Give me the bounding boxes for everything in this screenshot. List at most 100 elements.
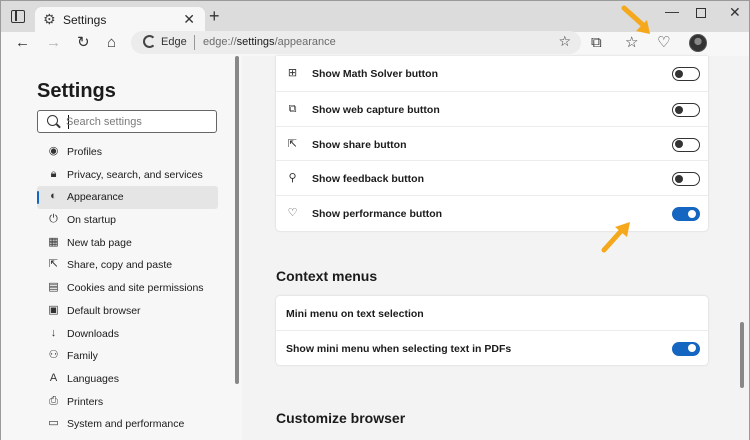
settings-content: ⊞ Show Math Solver button ⧉ Show web cap… bbox=[242, 56, 750, 440]
edge-logo-icon bbox=[143, 35, 156, 48]
add-favorite-icon[interactable]: ☆ bbox=[558, 33, 571, 50]
browser-icon: ▣ bbox=[48, 303, 59, 316]
window-close-button[interactable]: ✕ bbox=[729, 4, 741, 21]
web-capture-toggle[interactable] bbox=[672, 103, 700, 117]
setting-label: Mini menu on text selection bbox=[286, 308, 424, 320]
new-tab-button[interactable]: + bbox=[209, 7, 220, 25]
profile-avatar[interactable] bbox=[689, 34, 707, 52]
palette-icon: ◐ bbox=[50, 190, 57, 203]
sidebar-item-cookies[interactable]: ▤ Cookies and site permissions bbox=[37, 277, 218, 300]
power-icon: ⏻ bbox=[49, 213, 58, 226]
settings-sidebar: Settings ◉ Profiles 🔒︎ Privacy, search, … bbox=[0, 56, 242, 440]
sidebar-item-label: System and performance bbox=[67, 418, 185, 431]
languages-icon: A bbox=[49, 371, 58, 384]
url-text[interactable]: edge://settings/appearance bbox=[203, 36, 336, 48]
sidebar-item-printers[interactable]: ⎙ Printers bbox=[37, 391, 218, 414]
setting-row-performance: ♡ Show performance button bbox=[276, 196, 708, 231]
edge-label: Edge bbox=[161, 36, 187, 48]
sidebar-item-default-browser[interactable]: ▣ Default browser bbox=[37, 300, 218, 323]
sidebar-item-label: On startup bbox=[67, 214, 117, 227]
sidebar-item-share-copy-paste[interactable]: ⇱ Share, copy and paste bbox=[37, 254, 218, 277]
setting-label: Show performance button bbox=[312, 208, 443, 221]
sidebar-item-label: Default browser bbox=[67, 304, 141, 317]
home-icon[interactable]: ⌂ bbox=[107, 34, 116, 52]
feedback-toggle[interactable] bbox=[672, 172, 700, 187]
share-toggle[interactable] bbox=[672, 137, 700, 152]
sidebar-item-privacy[interactable]: 🔒︎ Privacy, search, and services bbox=[37, 164, 218, 187]
sidebar-item-downloads[interactable]: ↓ Downloads bbox=[37, 323, 218, 346]
lock-icon: 🔒︎ bbox=[50, 167, 57, 180]
annotation-arrow-top bbox=[621, 5, 650, 34]
share-icon: ⇱ bbox=[48, 258, 59, 271]
sidebar-item-label: Share, copy and paste bbox=[67, 259, 173, 272]
sidebar-item-appearance[interactable]: ◐ Appearance bbox=[37, 186, 218, 210]
math-solver-toggle[interactable] bbox=[672, 67, 700, 81]
sidebar-title: Settings bbox=[37, 80, 116, 102]
setting-row-feedback: ⚲ Show feedback button bbox=[276, 161, 708, 197]
search-input[interactable] bbox=[66, 114, 212, 130]
mini-menu-pdf-toggle[interactable] bbox=[672, 341, 700, 356]
settings-nav: ◉ Profiles 🔒︎ Privacy, search, and servi… bbox=[37, 141, 218, 436]
performance-toggle[interactable] bbox=[672, 207, 700, 222]
sidebar-item-label: Languages bbox=[67, 372, 119, 385]
sidebar-item-label: Profiles bbox=[67, 146, 103, 158]
setting-label: Show mini menu when selecting text in PD… bbox=[286, 342, 512, 355]
sidebar-item-label: Printers bbox=[67, 395, 104, 408]
setting-label: Show Math Solver button bbox=[312, 68, 438, 80]
share-icon: ⇱ bbox=[287, 137, 298, 150]
sidebar-item-new-tab-page[interactable]: ▦ New tab page bbox=[37, 232, 218, 255]
back-arrow-icon[interactable]: ← bbox=[15, 34, 30, 52]
forward-arrow-icon[interactable]: → bbox=[46, 34, 61, 52]
address-divider bbox=[194, 35, 195, 50]
sidebar-item-label: Cookies and site permissions bbox=[67, 282, 204, 295]
setting-label: Show feedback button bbox=[312, 173, 425, 186]
maximize-button[interactable] bbox=[696, 8, 706, 18]
search-settings-field[interactable] bbox=[37, 110, 217, 133]
sidebar-item-label: Privacy, search, and services bbox=[67, 168, 203, 181]
tab-title: Settings bbox=[63, 13, 107, 27]
sidebar-item-family[interactable]: ⚇ Family bbox=[37, 345, 218, 368]
content-scrollbar[interactable] bbox=[740, 322, 744, 388]
sidebar-item-on-startup[interactable]: ⏻ On startup bbox=[37, 209, 218, 232]
performance-icon[interactable]: ♡ bbox=[657, 34, 670, 52]
math-solver-icon: ⊞ bbox=[287, 67, 298, 79]
printer-icon: ⎙ bbox=[49, 394, 58, 407]
profile-icon: ◉ bbox=[48, 145, 59, 157]
performance-icon: ♡ bbox=[287, 207, 298, 220]
sidebar-item-profiles[interactable]: ◉ Profiles bbox=[37, 141, 218, 164]
sidebar-item-system[interactable]: ▭ System and performance bbox=[37, 413, 218, 436]
search-icon bbox=[47, 115, 58, 126]
gear-icon: ⚙ bbox=[43, 11, 56, 27]
sidebar-item-label: Family bbox=[67, 350, 98, 363]
new-tab-page-icon: ▦ bbox=[48, 235, 59, 248]
system-icon: ▭ bbox=[48, 417, 59, 430]
sidebar-item-languages[interactable]: A Languages bbox=[37, 368, 218, 391]
setting-row-mini-menu[interactable]: Mini menu on text selection bbox=[276, 296, 708, 331]
extensions-icon[interactable]: ⧉ bbox=[591, 34, 602, 52]
sidebar-item-label: Downloads bbox=[67, 327, 119, 340]
setting-row-math-solver: ⊞ Show Math Solver button bbox=[276, 56, 708, 92]
sidebar-item-label: New tab page bbox=[67, 236, 132, 249]
tab-settings[interactable]: ⚙ Settings ✕ bbox=[35, 7, 205, 33]
customize-browser-heading: Customize browser bbox=[276, 410, 406, 426]
toolbar-buttons-card: ⊞ Show Math Solver button ⧉ Show web cap… bbox=[276, 56, 708, 231]
minimize-button[interactable]: — bbox=[665, 3, 679, 19]
annotation-arrow-bottom bbox=[601, 222, 630, 253]
tab-actions-icon[interactable] bbox=[11, 10, 25, 23]
feedback-icon: ⚲ bbox=[288, 172, 297, 185]
setting-row-web-capture: ⧉ Show web capture button bbox=[276, 92, 708, 127]
web-capture-icon: ⧉ bbox=[288, 103, 297, 115]
sidebar-item-label: Appearance bbox=[67, 191, 124, 204]
context-menus-heading: Context menus bbox=[276, 268, 378, 284]
setting-row-share: ⇱ Show share button bbox=[276, 127, 708, 162]
setting-label: Show share button bbox=[312, 138, 407, 151]
family-icon: ⚇ bbox=[48, 349, 59, 362]
setting-label: Show web capture button bbox=[312, 104, 440, 116]
address-bar[interactable]: Edge edge://settings/appearance ☆ bbox=[131, 31, 581, 54]
context-menus-card: Mini menu on text selection Show mini me… bbox=[276, 296, 708, 366]
refresh-icon[interactable]: ↻ bbox=[77, 34, 90, 52]
sidebar-scrollbar[interactable] bbox=[235, 56, 239, 384]
site-permissions-icon: ▤ bbox=[48, 281, 59, 294]
close-tab-icon[interactable]: ✕ bbox=[183, 11, 195, 28]
setting-row-mini-menu-pdf: Show mini menu when selecting text in PD… bbox=[276, 331, 708, 366]
